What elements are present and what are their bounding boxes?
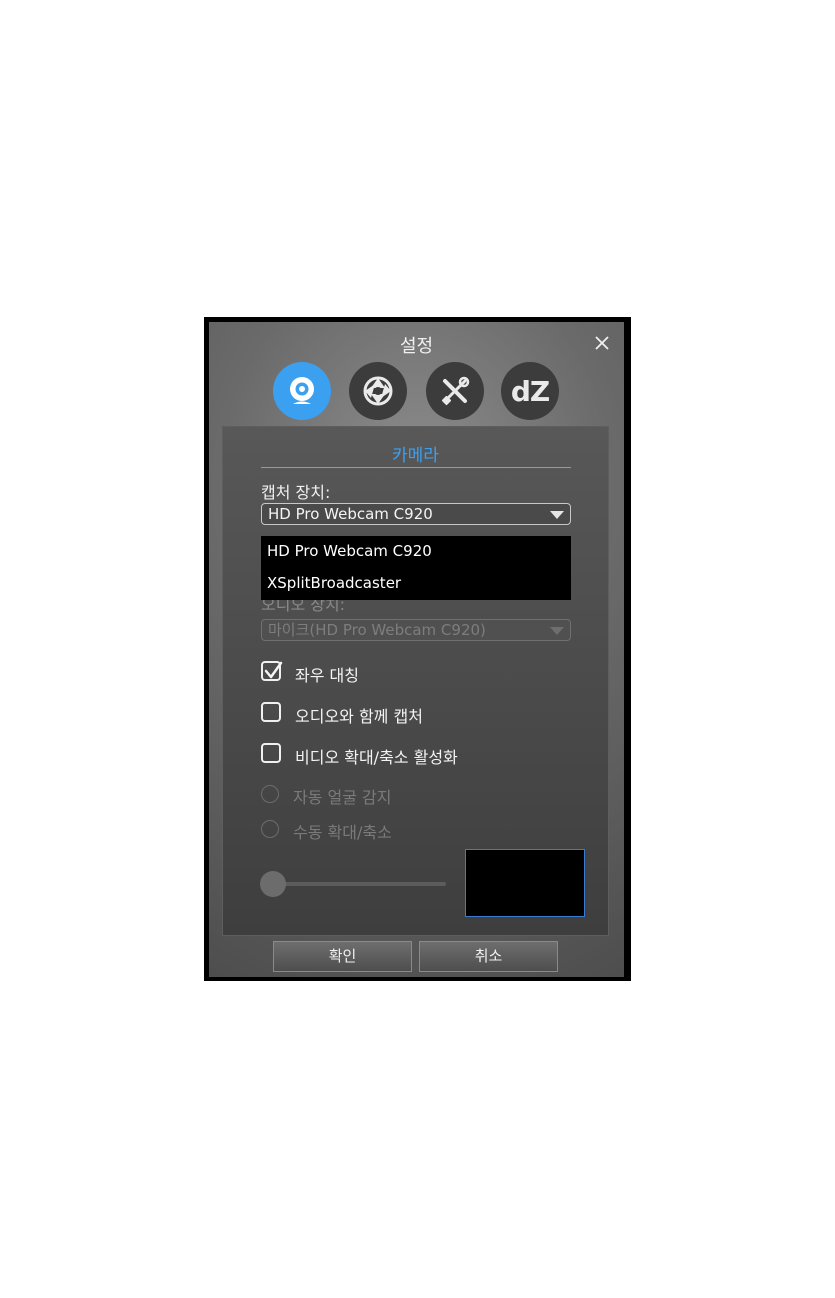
dialog-title: 설정 [399, 336, 434, 357]
tab-effects[interactable] [349, 362, 407, 420]
close-icon [595, 336, 609, 350]
capture-audio-label: 오디오와 함께 캡처 [295, 707, 423, 726]
zoom-slider-track[interactable] [261, 882, 446, 886]
settings-dialog: 설정 dZ 카메라 캡처 장치: HD Pro Webcam C920 오디오 … [204, 317, 631, 981]
capture-device-select[interactable]: HD Pro Webcam C920 [261, 503, 571, 525]
auto-face-label: 자동 얼굴 감지 [293, 788, 392, 807]
video-zoom-checkbox[interactable] [261, 743, 281, 763]
close-button[interactable] [593, 334, 611, 352]
section-title: 카메라 [392, 446, 439, 466]
camera-panel: 카메라 캡처 장치: HD Pro Webcam C920 오디오 장치: 마이… [222, 426, 609, 936]
cancel-button[interactable]: 취소 [419, 941, 558, 972]
zoom-preview [465, 849, 585, 917]
dialog-body: 설정 dZ 카메라 캡처 장치: HD Pro Webcam C920 오디오 … [209, 322, 624, 977]
zoom-slider-handle[interactable] [260, 871, 286, 897]
ok-button[interactable]: 확인 [273, 941, 412, 972]
auto-face-radio[interactable] [261, 785, 279, 803]
capture-device-value: HD Pro Webcam C920 [268, 505, 433, 523]
capture-device-dropdown: HD Pro Webcam C920 XSplitBroadcaster [261, 536, 571, 600]
video-zoom-label: 비디오 확대/축소 활성화 [295, 748, 458, 767]
tab-about[interactable]: dZ [501, 362, 559, 420]
audio-device-value: 마이크(HD Pro Webcam C920) [268, 621, 486, 639]
tab-tools[interactable] [426, 362, 484, 420]
mirror-checkbox[interactable] [261, 661, 283, 681]
aperture-icon [363, 376, 393, 406]
manual-zoom-radio[interactable] [261, 820, 279, 838]
manual-zoom-label: 수동 확대/축소 [293, 823, 392, 842]
audio-device-select[interactable]: 마이크(HD Pro Webcam C920) [261, 619, 571, 641]
chevron-down-icon [550, 511, 564, 519]
section-divider [261, 467, 571, 468]
webcam-icon [290, 377, 314, 404]
tools-icon [441, 376, 470, 406]
capture-device-label: 캡처 장치: [261, 483, 331, 502]
dropdown-option[interactable]: HD Pro Webcam C920 [267, 542, 432, 560]
tab-camera[interactable] [273, 362, 331, 420]
chevron-down-icon [550, 627, 564, 635]
capture-audio-checkbox[interactable] [261, 702, 281, 722]
mirror-label: 좌우 대칭 [295, 666, 359, 685]
dropdown-option[interactable]: XSplitBroadcaster [267, 574, 401, 592]
dz-logo-icon: dZ [510, 374, 550, 408]
checkmark-icon [264, 661, 283, 679]
